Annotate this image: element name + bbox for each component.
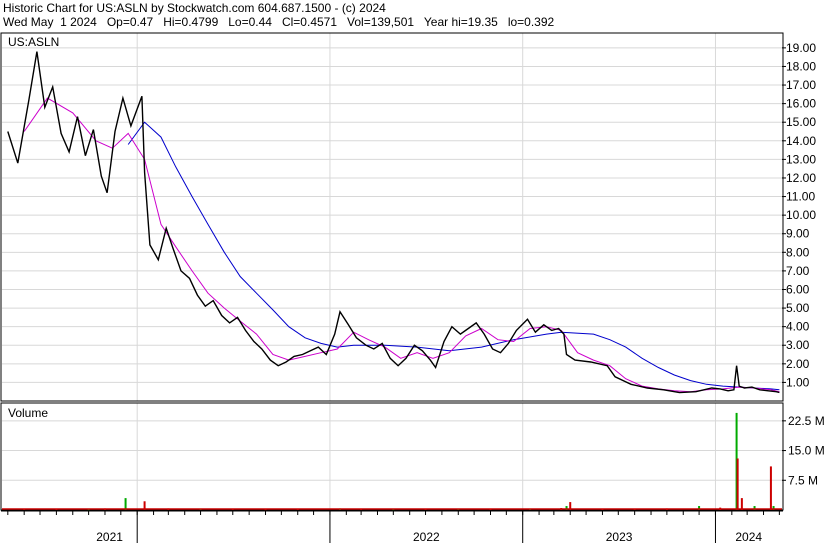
price-close-line: [7, 51, 780, 394]
volume-bar: [124, 498, 127, 510]
price-tick-label: 16.00: [786, 97, 816, 111]
year-label: 2023: [606, 530, 633, 543]
date-axis: 2021 2022 2023 2024: [7, 511, 780, 543]
volume-panel-label: Volume: [8, 406, 48, 420]
price-tick-label: 3.00: [786, 338, 810, 352]
price-tick-label: 4.00: [786, 320, 810, 334]
price-tick-label: 2.00: [786, 357, 810, 371]
volume-bar: [769, 466, 772, 510]
year-label: 2021: [96, 530, 123, 543]
volume-tick-label: 22.5 M: [788, 414, 825, 428]
price-grid: [2, 33, 782, 510]
price-panel-label: US:ASLN: [8, 35, 59, 49]
volume-tick-label: 7.5 M: [788, 473, 818, 487]
price-tick-label: 18.00: [786, 59, 816, 73]
price-tick-label: 13.00: [786, 152, 816, 166]
price-tick-label: 9.00: [786, 227, 810, 241]
price-axis: 1.00 2.00 3.00 4.00 5.00 6.00 7.00 8.00 9.00 10.0…: [782, 41, 816, 389]
volume-panel-frame: [0, 402, 784, 511]
price-tick-label: 14.00: [786, 134, 816, 148]
price-tick-label: 19.00: [786, 41, 816, 55]
price-tick-label: 17.00: [786, 78, 816, 92]
volume-bar: [740, 498, 743, 510]
price-tick-label: 10.00: [786, 208, 816, 222]
volume-bar: [736, 458, 739, 510]
volume-bars: [2, 412, 782, 511]
volume-axis: 7.5 M 15.0 M 22.5 M: [782, 414, 825, 487]
price-tick-label: 11.00: [786, 190, 815, 204]
price-tick-label: 7.00: [786, 264, 810, 278]
price-tick-label: 5.00: [786, 301, 810, 315]
year-label: 2022: [413, 530, 440, 543]
volume-tick-label: 15.0 M: [788, 444, 825, 458]
price-tick-label: 8.00: [786, 245, 810, 259]
price-series: [7, 51, 780, 394]
price-tick-label: 6.00: [786, 282, 810, 296]
price-tick-label: 1.00: [786, 375, 810, 389]
price-tick-label: 15.00: [786, 115, 816, 129]
year-label: 2024: [735, 530, 762, 543]
volume-grid: [2, 420, 782, 481]
long-ma-line: [127, 121, 780, 391]
stock-chart: US:ASLN Volume 1.00 2.00 3.00 4.00 5.00 6.00 7…: [0, 32, 825, 543]
price-tick-label: 12.00: [786, 171, 816, 185]
